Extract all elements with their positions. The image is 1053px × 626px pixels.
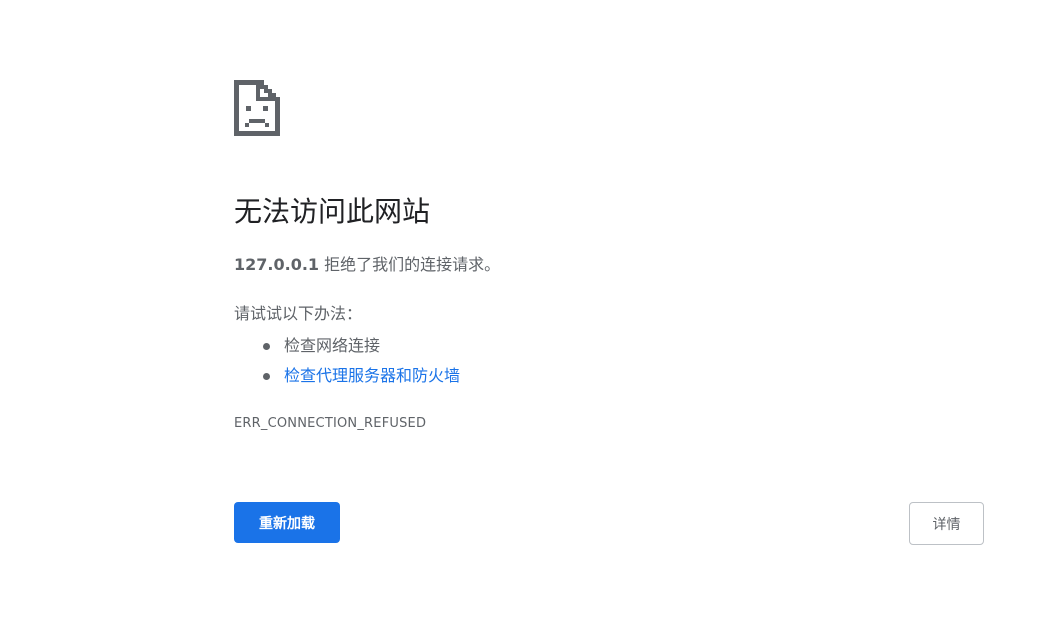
error-page: 无法访问此网站 127.0.0.1 拒绝了我们的连接请求。 请试试以下办法： 检…	[0, 0, 1053, 626]
bullet-icon	[263, 343, 270, 350]
list-item: 检查网络连接	[234, 331, 460, 361]
summary-text: 拒绝了我们的连接请求。	[319, 255, 501, 274]
suggestion-check-network: 检查网络连接	[284, 336, 381, 355]
suggestion-check-proxy-link[interactable]: 检查代理服务器和防火墙	[284, 366, 460, 385]
error-summary: 127.0.0.1 拒绝了我们的连接请求。	[234, 253, 500, 277]
host-name: 127.0.0.1	[234, 255, 320, 274]
error-code: ERR_CONNECTION_REFUSED	[234, 416, 427, 431]
suggestions-heading: 请试试以下办法：	[234, 304, 363, 323]
suggestions-list: 检查网络连接 检查代理服务器和防火墙	[234, 331, 460, 391]
page-title: 无法访问此网站	[234, 195, 431, 228]
bullet-icon	[263, 373, 270, 380]
sad-page-icon	[234, 80, 280, 136]
details-button[interactable]: 详情	[909, 502, 984, 545]
list-item: 检查代理服务器和防火墙	[234, 361, 460, 391]
reload-button[interactable]: 重新加载	[234, 502, 340, 543]
